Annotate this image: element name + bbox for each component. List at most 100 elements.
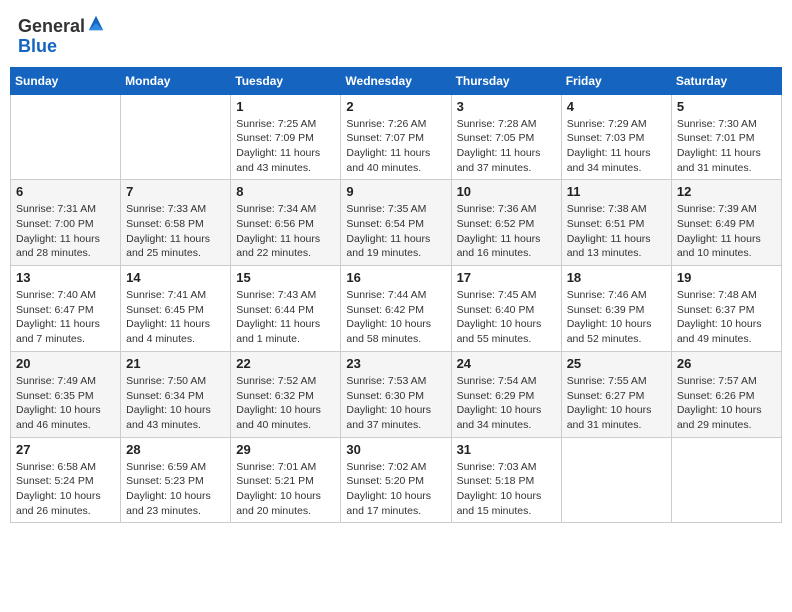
calendar-cell: 15 Sunrise: 7:43 AM Sunset: 6:44 PM Dayli…: [231, 266, 341, 352]
day-number: 16: [346, 270, 445, 285]
day-info: Sunrise: 7:48 AM Sunset: 6:37 PM Dayligh…: [677, 288, 776, 347]
calendar-cell: 28 Sunrise: 6:59 AM Sunset: 5:23 PM Dayli…: [121, 437, 231, 523]
day-info: Sunrise: 6:58 AM Sunset: 5:24 PM Dayligh…: [16, 460, 115, 519]
day-number: 27: [16, 442, 115, 457]
day-number: 14: [126, 270, 225, 285]
day-info: Sunrise: 6:59 AM Sunset: 5:23 PM Dayligh…: [126, 460, 225, 519]
calendar-cell: [11, 94, 121, 180]
day-number: 18: [567, 270, 666, 285]
day-info: Sunrise: 7:01 AM Sunset: 5:21 PM Dayligh…: [236, 460, 335, 519]
day-number: 17: [457, 270, 556, 285]
day-info: Sunrise: 7:39 AM Sunset: 6:49 PM Dayligh…: [677, 202, 776, 261]
calendar-cell: 31 Sunrise: 7:03 AM Sunset: 5:18 PM Dayli…: [451, 437, 561, 523]
day-number: 15: [236, 270, 335, 285]
day-info: Sunrise: 7:41 AM Sunset: 6:45 PM Dayligh…: [126, 288, 225, 347]
calendar-cell: 5 Sunrise: 7:30 AM Sunset: 7:01 PM Daylig…: [671, 94, 781, 180]
day-info: Sunrise: 7:03 AM Sunset: 5:18 PM Dayligh…: [457, 460, 556, 519]
day-number: 24: [457, 356, 556, 371]
calendar-cell: 12Sunrise: 7:39 AM Sunset: 6:49 PM Dayli…: [671, 180, 781, 266]
calendar-cell: 30 Sunrise: 7:02 AM Sunset: 5:20 PM Dayli…: [341, 437, 451, 523]
day-info: Sunrise: 7:25 AM Sunset: 7:09 PM Dayligh…: [236, 117, 335, 176]
day-number: 1: [236, 99, 335, 114]
day-number: 5: [677, 99, 776, 114]
day-number: 22: [236, 356, 335, 371]
calendar-cell: 19 Sunrise: 7:48 AM Sunset: 6:37 PM Dayli…: [671, 266, 781, 352]
day-header-tuesday: Tuesday: [231, 67, 341, 94]
day-number: 10: [457, 184, 556, 199]
day-header-sunday: Sunday: [11, 67, 121, 94]
day-number: 28: [126, 442, 225, 457]
day-info: Sunrise: 7:30 AM Sunset: 7:01 PM Dayligh…: [677, 117, 776, 176]
day-info: Sunrise: 7:50 AM Sunset: 6:34 PM Dayligh…: [126, 374, 225, 433]
page-header: General Blue: [10, 10, 782, 61]
day-info: Sunrise: 7:43 AM Sunset: 6:44 PM Dayligh…: [236, 288, 335, 347]
calendar-cell: 9 Sunrise: 7:35 AM Sunset: 6:54 PM Daylig…: [341, 180, 451, 266]
day-number: 2: [346, 99, 445, 114]
calendar-cell: 16Sunrise: 7:44 AM Sunset: 6:42 PM Dayli…: [341, 266, 451, 352]
day-info: Sunrise: 7:45 AM Sunset: 6:40 PM Dayligh…: [457, 288, 556, 347]
day-number: 6: [16, 184, 115, 199]
day-info: Sunrise: 7:29 AM Sunset: 7:03 PM Dayligh…: [567, 117, 666, 176]
calendar-cell: 14 Sunrise: 7:41 AM Sunset: 6:45 PM Dayli…: [121, 266, 231, 352]
calendar-cell: 1 Sunrise: 7:25 AM Sunset: 7:09 PM Daylig…: [231, 94, 341, 180]
calendar-week-3: 13Sunrise: 7:40 AM Sunset: 6:47 PM Dayli…: [11, 266, 782, 352]
day-info: Sunrise: 7:55 AM Sunset: 6:27 PM Dayligh…: [567, 374, 666, 433]
calendar-cell: [671, 437, 781, 523]
day-number: 26: [677, 356, 776, 371]
day-number: 31: [457, 442, 556, 457]
calendar-cell: [121, 94, 231, 180]
day-info: Sunrise: 7:31 AM Sunset: 7:00 PM Dayligh…: [16, 202, 115, 261]
day-number: 23: [346, 356, 445, 371]
calendar-cell: 6 Sunrise: 7:31 AM Sunset: 7:00 PM Daylig…: [11, 180, 121, 266]
day-info: Sunrise: 7:34 AM Sunset: 6:56 PM Dayligh…: [236, 202, 335, 261]
calendar-cell: 21Sunrise: 7:50 AM Sunset: 6:34 PM Dayli…: [121, 351, 231, 437]
calendar-cell: 24Sunrise: 7:54 AM Sunset: 6:29 PM Dayli…: [451, 351, 561, 437]
calendar-week-4: 20Sunrise: 7:49 AM Sunset: 6:35 PM Dayli…: [11, 351, 782, 437]
day-info: Sunrise: 7:46 AM Sunset: 6:39 PM Dayligh…: [567, 288, 666, 347]
day-info: Sunrise: 7:53 AM Sunset: 6:30 PM Dayligh…: [346, 374, 445, 433]
day-info: Sunrise: 7:28 AM Sunset: 7:05 PM Dayligh…: [457, 117, 556, 176]
days-header-row: SundayMondayTuesdayWednesdayThursdayFrid…: [11, 67, 782, 94]
day-number: 7: [126, 184, 225, 199]
calendar-cell: 4 Sunrise: 7:29 AM Sunset: 7:03 PM Daylig…: [561, 94, 671, 180]
day-number: 8: [236, 184, 335, 199]
day-info: Sunrise: 7:02 AM Sunset: 5:20 PM Dayligh…: [346, 460, 445, 519]
day-header-saturday: Saturday: [671, 67, 781, 94]
calendar-table: SundayMondayTuesdayWednesdayThursdayFrid…: [10, 67, 782, 524]
day-number: 30: [346, 442, 445, 457]
calendar-cell: 13Sunrise: 7:40 AM Sunset: 6:47 PM Dayli…: [11, 266, 121, 352]
day-number: 29: [236, 442, 335, 457]
calendar-cell: 26 Sunrise: 7:57 AM Sunset: 6:26 PM Dayli…: [671, 351, 781, 437]
calendar-week-2: 6 Sunrise: 7:31 AM Sunset: 7:00 PM Daylig…: [11, 180, 782, 266]
calendar-cell: 23 Sunrise: 7:53 AM Sunset: 6:30 PM Dayli…: [341, 351, 451, 437]
calendar-cell: 29 Sunrise: 7:01 AM Sunset: 5:21 PM Dayli…: [231, 437, 341, 523]
day-number: 20: [16, 356, 115, 371]
calendar-cell: 11 Sunrise: 7:38 AM Sunset: 6:51 PM Dayli…: [561, 180, 671, 266]
day-number: 4: [567, 99, 666, 114]
day-number: 25: [567, 356, 666, 371]
calendar-cell: 8 Sunrise: 7:34 AM Sunset: 6:56 PM Daylig…: [231, 180, 341, 266]
day-number: 11: [567, 184, 666, 199]
calendar-cell: 2Sunrise: 7:26 AM Sunset: 7:07 PM Daylig…: [341, 94, 451, 180]
day-header-monday: Monday: [121, 67, 231, 94]
day-info: Sunrise: 7:52 AM Sunset: 6:32 PM Dayligh…: [236, 374, 335, 433]
calendar-week-1: 1 Sunrise: 7:25 AM Sunset: 7:09 PM Daylig…: [11, 94, 782, 180]
day-info: Sunrise: 7:36 AM Sunset: 6:52 PM Dayligh…: [457, 202, 556, 261]
calendar-cell: 17 Sunrise: 7:45 AM Sunset: 6:40 PM Dayli…: [451, 266, 561, 352]
calendar-cell: 3Sunrise: 7:28 AM Sunset: 7:05 PM Daylig…: [451, 94, 561, 180]
day-number: 19: [677, 270, 776, 285]
calendar-cell: 20Sunrise: 7:49 AM Sunset: 6:35 PM Dayli…: [11, 351, 121, 437]
day-header-friday: Friday: [561, 67, 671, 94]
calendar-cell: 7Sunrise: 7:33 AM Sunset: 6:58 PM Daylig…: [121, 180, 231, 266]
day-number: 9: [346, 184, 445, 199]
day-info: Sunrise: 7:38 AM Sunset: 6:51 PM Dayligh…: [567, 202, 666, 261]
day-number: 13: [16, 270, 115, 285]
day-info: Sunrise: 7:35 AM Sunset: 6:54 PM Dayligh…: [346, 202, 445, 261]
logo-general: General: [18, 16, 85, 36]
calendar-cell: 18 Sunrise: 7:46 AM Sunset: 6:39 PM Dayli…: [561, 266, 671, 352]
day-header-thursday: Thursday: [451, 67, 561, 94]
logo-blue: Blue: [18, 36, 57, 56]
logo: General Blue: [18, 14, 105, 57]
day-info: Sunrise: 7:57 AM Sunset: 6:26 PM Dayligh…: [677, 374, 776, 433]
calendar-cell: 25 Sunrise: 7:55 AM Sunset: 6:27 PM Dayli…: [561, 351, 671, 437]
